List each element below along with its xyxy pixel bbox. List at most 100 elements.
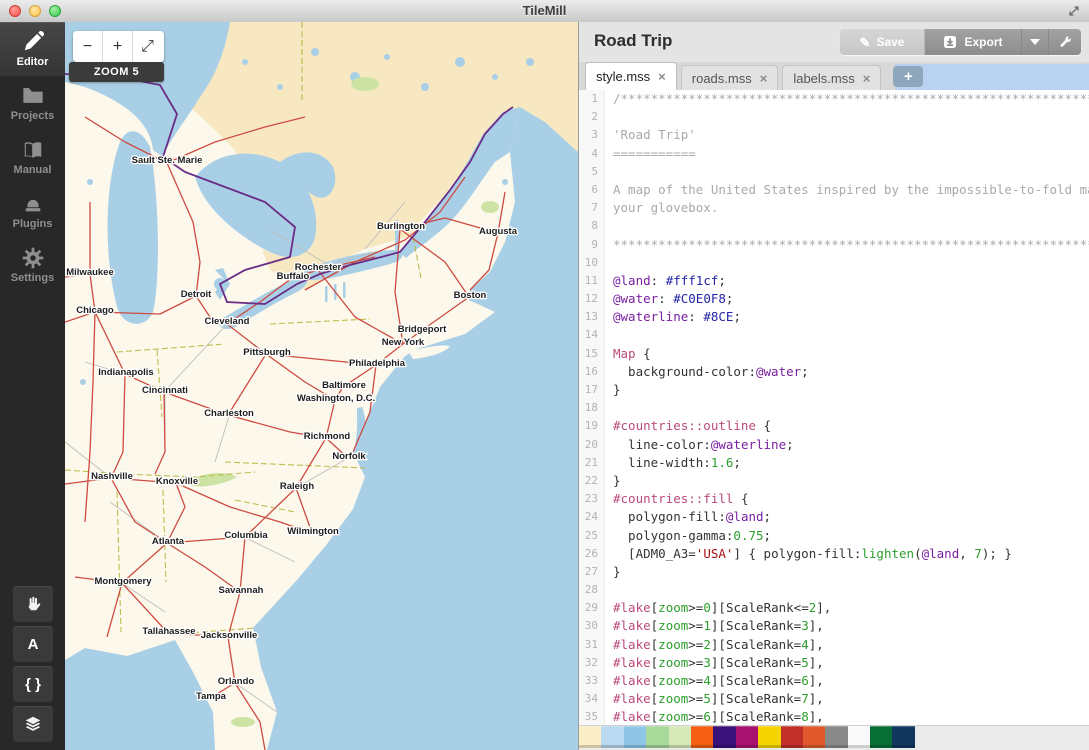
code-line[interactable]: 1/**************************************… <box>579 90 1089 108</box>
code-line[interactable]: 23#countries::fill { <box>579 490 1089 508</box>
code-line[interactable]: 5 <box>579 163 1089 181</box>
palette-swatch-f55f14[interactable] <box>691 726 713 748</box>
code-line[interactable]: 6A map of the United States inspired by … <box>579 181 1089 199</box>
code-line[interactable]: 13@waterline: #8CE; <box>579 308 1089 326</box>
layers-tool[interactable] <box>13 706 53 742</box>
code-line[interactable]: 15Map { <box>579 345 1089 363</box>
code-line[interactable]: 4=========== <box>579 145 1089 163</box>
palette-swatch-faeec7[interactable] <box>579 726 601 748</box>
code-line[interactable]: 3'Road Trip' <box>579 126 1089 144</box>
code-line[interactable]: 18 <box>579 399 1089 417</box>
palette-swatch-a8d89a[interactable] <box>646 726 668 748</box>
code-line[interactable]: 14 <box>579 326 1089 344</box>
code-line[interactable]: 2 <box>579 108 1089 126</box>
code-line[interactable]: 11@land: #fff1cf; <box>579 272 1089 290</box>
code-line[interactable]: 9***************************************… <box>579 236 1089 254</box>
code-line[interactable]: 27} <box>579 563 1089 581</box>
code-text <box>605 326 613 344</box>
add-stylesheet-button[interactable]: + <box>893 66 923 87</box>
export-dropdown-caret[interactable] <box>1021 29 1048 55</box>
line-number: 25 <box>579 527 605 545</box>
code-line[interactable]: 20 line-color:@waterline; <box>579 436 1089 454</box>
palette-swatch-a8116e[interactable] <box>736 726 758 748</box>
close-tab-icon[interactable]: × <box>760 71 768 86</box>
code-line[interactable]: 31#lake[zoom>=2][ScaleRank=4], <box>579 636 1089 654</box>
sidebar-item-plugins[interactable]: Plugins <box>0 184 65 238</box>
sidebar-item-editor[interactable]: Editor <box>0 22 65 76</box>
code-line[interactable]: 32#lake[zoom>=3][ScaleRank=5], <box>579 654 1089 672</box>
palette-swatch-8fc6e8[interactable] <box>624 726 646 748</box>
map-label-columbia: Columbia <box>224 530 268 541</box>
project-title: Road Trip <box>594 31 672 51</box>
sidebar-item-settings[interactable]: Settings <box>0 238 65 292</box>
code-line[interactable]: 25 polygon-gamma:0.75; <box>579 527 1089 545</box>
tab-roads-mss[interactable]: roads.mss× <box>681 65 779 90</box>
zoom-in-button[interactable]: + <box>103 31 133 62</box>
map-label-detroit: Detroit <box>181 289 212 300</box>
palette-swatch-f5d402[interactable] <box>758 726 780 748</box>
palette-swatch-8a8a8a[interactable] <box>825 726 847 748</box>
code-line[interactable]: 16 background-color:@water; <box>579 363 1089 381</box>
palette-swatch-c03028[interactable] <box>781 726 803 748</box>
code-line[interactable]: 7your glovebox. <box>579 199 1089 217</box>
code-line[interactable]: 12@water: #C0E0F8; <box>579 290 1089 308</box>
line-number: 17 <box>579 381 605 399</box>
palette-swatch-076e35[interactable] <box>870 726 892 748</box>
palette-swatch-11365e[interactable] <box>892 726 914 748</box>
toolbar-button-group: ✎ Save Export <box>840 29 1081 55</box>
map-canvas[interactable]: Sault Ste. MarieMilwaukeeChicagoDetroitC… <box>65 22 578 750</box>
map-preview-pane[interactable]: Sault Ste. MarieMilwaukeeChicagoDetroitC… <box>65 22 578 750</box>
code-line[interactable]: 35#lake[zoom>=6][ScaleRank=8], <box>579 708 1089 726</box>
fonts-tool[interactable]: A <box>13 626 53 662</box>
sidebar-item-projects[interactable]: Projects <box>0 76 65 130</box>
code-line[interactable]: 17} <box>579 381 1089 399</box>
window-title: TileMill <box>0 3 1089 18</box>
hand-icon <box>24 595 42 613</box>
tab-style-mss[interactable]: style.mss× <box>585 62 677 90</box>
export-button[interactable]: Export <box>924 29 1021 55</box>
close-tab-icon[interactable]: × <box>658 69 666 84</box>
code-line[interactable]: 19#countries::outline { <box>579 417 1089 435</box>
sidebar-item-label: Plugins <box>0 218 65 230</box>
project-settings-button[interactable] <box>1048 29 1081 55</box>
save-button[interactable]: ✎ Save <box>840 29 924 55</box>
code-line[interactable]: 30#lake[zoom>=1][ScaleRank=3], <box>579 617 1089 635</box>
pencil-icon <box>22 31 44 53</box>
close-tab-icon[interactable]: × <box>863 71 871 86</box>
code-line[interactable]: 8 <box>579 217 1089 235</box>
sidebar-item-manual[interactable]: Manual <box>0 130 65 184</box>
tabbar-highlight-strip: + <box>895 64 1089 90</box>
palette-swatch-fafafa[interactable] <box>848 726 870 748</box>
code-line[interactable]: 22} <box>579 472 1089 490</box>
code-line[interactable]: 29#lake[zoom>=0][ScaleRank<=2], <box>579 599 1089 617</box>
code-line[interactable]: 28 <box>579 581 1089 599</box>
palette-swatch-e05a2e[interactable] <box>803 726 825 748</box>
code-line[interactable]: 24 polygon-fill:@land; <box>579 508 1089 526</box>
palette-swatch-b8d9f0[interactable] <box>601 726 623 748</box>
zoom-out-button[interactable]: − <box>73 31 103 62</box>
code-line[interactable]: 26 [ADM0_A3='USA'] { polygon-fill:lighte… <box>579 545 1089 563</box>
line-number: 12 <box>579 290 605 308</box>
code-editor[interactable]: 1/**************************************… <box>579 90 1089 726</box>
code-line[interactable]: 21 line-width:1.6; <box>579 454 1089 472</box>
zoom-extent-button[interactable]: ⤢ <box>133 31 162 62</box>
map-label-montgomery: Montgomery <box>95 576 153 587</box>
palette-swatch-3a1178[interactable] <box>713 726 735 748</box>
code-text <box>605 163 613 181</box>
map-label-indianapolis: Indianapolis <box>98 367 153 378</box>
code-text: @waterline: #8CE; <box>605 308 741 326</box>
line-number: 13 <box>579 308 605 326</box>
code-line[interactable]: 33#lake[zoom>=4][ScaleRank=6], <box>579 672 1089 690</box>
palette-swatch-d6e8b8[interactable] <box>669 726 691 748</box>
code-line[interactable]: 10 <box>579 254 1089 272</box>
map-tools: A { } <box>13 586 53 746</box>
fullscreen-arrows-icon[interactable] <box>1067 4 1081 18</box>
map-label-pittsburgh: Pittsburgh <box>243 347 291 358</box>
code-text: #lake[zoom>=5][ScaleRank=7], <box>605 690 824 708</box>
carto-reference-tool[interactable]: { } <box>13 666 53 702</box>
map-label-washington-d-c-: Washington, D.C. <box>297 393 375 404</box>
map-label-wilmington: Wilmington <box>287 526 339 537</box>
tab-labels-mss[interactable]: labels.mss× <box>782 65 881 90</box>
pan-tool[interactable] <box>13 586 53 622</box>
code-line[interactable]: 34#lake[zoom>=5][ScaleRank=7], <box>579 690 1089 708</box>
